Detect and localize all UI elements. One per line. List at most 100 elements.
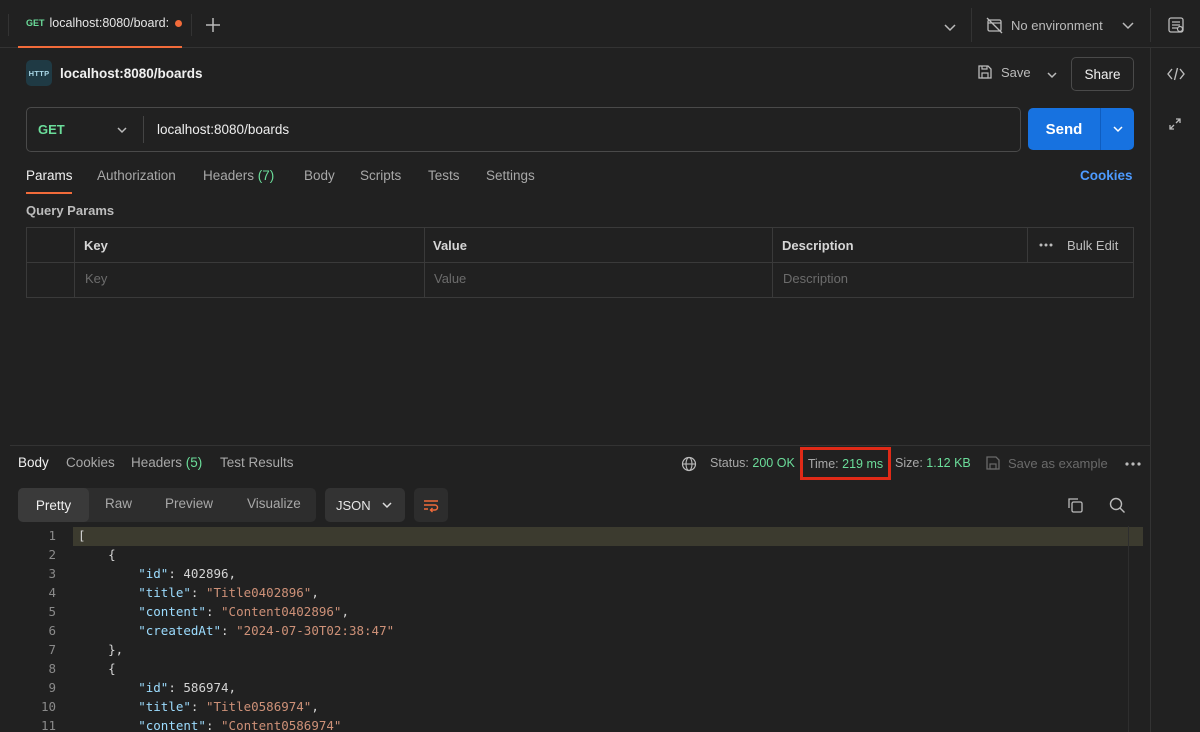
response-headers-label: Headers bbox=[131, 455, 183, 470]
bulk-edit-button[interactable]: Bulk Edit bbox=[1067, 238, 1118, 253]
line-number: 3 bbox=[48, 566, 56, 581]
format-preview[interactable]: Preview bbox=[165, 496, 213, 511]
table-divider bbox=[1027, 227, 1028, 262]
url-input[interactable] bbox=[157, 115, 1007, 143]
line-number: 4 bbox=[48, 585, 56, 600]
response-body-editor[interactable]: 1 2 3 4 5 6 7 8 9 10 11 [ { "id": 402896, "title":… bbox=[0, 526, 1150, 732]
column-header-description: Description bbox=[782, 238, 854, 253]
status-value: 200 OK bbox=[752, 456, 795, 470]
format-raw[interactable]: Raw bbox=[105, 496, 132, 511]
table-divider bbox=[772, 227, 773, 298]
tab-method: GET bbox=[26, 18, 45, 28]
tab-scripts[interactable]: Scripts bbox=[360, 168, 401, 183]
tab-authorization[interactable]: Authorization bbox=[97, 168, 176, 183]
time-value: 219 ms bbox=[842, 456, 884, 471]
line-number: 11 bbox=[40, 718, 56, 732]
unsaved-dot-icon bbox=[175, 19, 182, 27]
save-disk-icon bbox=[985, 455, 1001, 471]
time-label: Time: bbox=[807, 456, 839, 471]
tab-divider bbox=[191, 14, 192, 36]
search-icon[interactable] bbox=[1108, 496, 1126, 514]
code-line: "content": "Content0402896", bbox=[138, 604, 349, 619]
tab-headers-label: Headers bbox=[203, 168, 255, 183]
line-number: 10 bbox=[40, 699, 56, 714]
format-visualize[interactable]: Visualize bbox=[247, 496, 301, 511]
response-tab-body[interactable]: Body bbox=[18, 455, 49, 470]
save-example-label: Save as example bbox=[1008, 455, 1108, 471]
code-line: }, bbox=[78, 642, 124, 657]
table-divider bbox=[74, 227, 75, 298]
value-input[interactable]: Value bbox=[434, 271, 466, 286]
code-line: "content": "Content0586974" bbox=[138, 718, 342, 732]
response-tab-cookies[interactable]: Cookies bbox=[66, 455, 115, 470]
save-label: Save bbox=[1001, 64, 1031, 80]
environment-chevron-down-icon[interactable] bbox=[1121, 18, 1135, 32]
tabs-chevron-down-icon[interactable] bbox=[941, 18, 959, 36]
code-line: { bbox=[78, 661, 116, 676]
column-header-key: Key bbox=[84, 238, 108, 253]
tab-headers[interactable]: Headers (7) bbox=[203, 168, 274, 183]
active-tab-indicator bbox=[26, 192, 72, 194]
response-headers-count: (5) bbox=[185, 455, 203, 470]
response-status[interactable]: Status: 200 OK bbox=[710, 456, 795, 470]
right-sidebar bbox=[1150, 48, 1200, 732]
no-environment-icon bbox=[986, 17, 1003, 34]
save-options-chevron-down-icon[interactable] bbox=[1046, 69, 1058, 81]
response-time[interactable]: Time: 219 ms bbox=[800, 447, 891, 480]
format-pretty[interactable]: Pretty bbox=[18, 488, 89, 522]
response-tab-test-results[interactable]: Test Results bbox=[220, 455, 294, 470]
tab-divider bbox=[8, 14, 9, 36]
globe-icon[interactable] bbox=[681, 456, 697, 472]
editor-scrollbar-track[interactable] bbox=[1128, 526, 1129, 732]
code-line: [ bbox=[78, 528, 86, 543]
request-title[interactable]: localhost:8080/boards bbox=[60, 66, 203, 81]
size-value: 1.12 KB bbox=[926, 456, 971, 470]
tab-body[interactable]: Body bbox=[304, 168, 335, 183]
send-button[interactable]: Send bbox=[1028, 108, 1100, 150]
more-options-icon[interactable] bbox=[1125, 461, 1141, 467]
size-label: Size: bbox=[895, 456, 923, 470]
response-tab-headers[interactable]: Headers (5) bbox=[131, 455, 202, 470]
http-request-icon: HTTP bbox=[26, 60, 52, 86]
tab-headers-count: (7) bbox=[257, 168, 275, 183]
new-tab-plus-icon[interactable] bbox=[202, 14, 224, 36]
wrap-lines-icon bbox=[422, 497, 440, 513]
divider bbox=[1150, 8, 1151, 42]
code-line: "id": 402896, bbox=[138, 566, 237, 581]
method-chevron-down-icon bbox=[116, 124, 128, 136]
copy-icon[interactable] bbox=[1066, 496, 1084, 514]
wrap-lines-button[interactable] bbox=[414, 488, 448, 522]
save-button[interactable]: Save bbox=[977, 64, 1031, 80]
tab-params[interactable]: Params bbox=[26, 168, 73, 183]
description-input[interactable]: Description bbox=[783, 271, 848, 286]
send-options-button[interactable] bbox=[1100, 108, 1134, 150]
key-input[interactable]: Key bbox=[85, 271, 107, 286]
code-snippet-icon[interactable] bbox=[1167, 66, 1185, 82]
cookies-link[interactable]: Cookies bbox=[1080, 168, 1133, 183]
more-options-icon[interactable] bbox=[1039, 237, 1053, 253]
line-number: 9 bbox=[48, 680, 56, 695]
line-number: 7 bbox=[48, 642, 56, 657]
expand-arrows-icon[interactable] bbox=[1167, 116, 1183, 132]
code-line: "title": "Title0402896", bbox=[138, 585, 319, 600]
language-select[interactable]: JSON bbox=[325, 488, 405, 522]
share-button[interactable]: Share bbox=[1071, 57, 1134, 91]
panel-divider[interactable] bbox=[10, 445, 1150, 446]
code-line: "title": "Title0586974", bbox=[138, 699, 319, 714]
line-number: 2 bbox=[48, 547, 56, 562]
code-line: "id": 586974, bbox=[138, 680, 237, 695]
save-as-example-button[interactable]: Save as example bbox=[985, 455, 1108, 471]
response-size[interactable]: Size: 1.12 KB bbox=[895, 456, 971, 470]
tab-settings[interactable]: Settings bbox=[486, 168, 535, 183]
send-chevron-down-icon bbox=[1112, 123, 1124, 135]
request-tab[interactable]: GET localhost:8080/board: bbox=[18, 0, 182, 48]
table-divider bbox=[26, 262, 1134, 263]
tab-title: localhost:8080/board: bbox=[49, 16, 170, 30]
method-select[interactable]: GET bbox=[38, 107, 142, 152]
code-line: "createdAt": "2024-07-30T02:38:47" bbox=[138, 623, 395, 638]
tab-tests[interactable]: Tests bbox=[428, 168, 460, 183]
environment-quick-look-icon[interactable] bbox=[1167, 16, 1185, 34]
line-number: 8 bbox=[48, 661, 56, 676]
environment-selector[interactable]: No environment bbox=[986, 14, 1103, 36]
code-line: { bbox=[78, 547, 116, 562]
